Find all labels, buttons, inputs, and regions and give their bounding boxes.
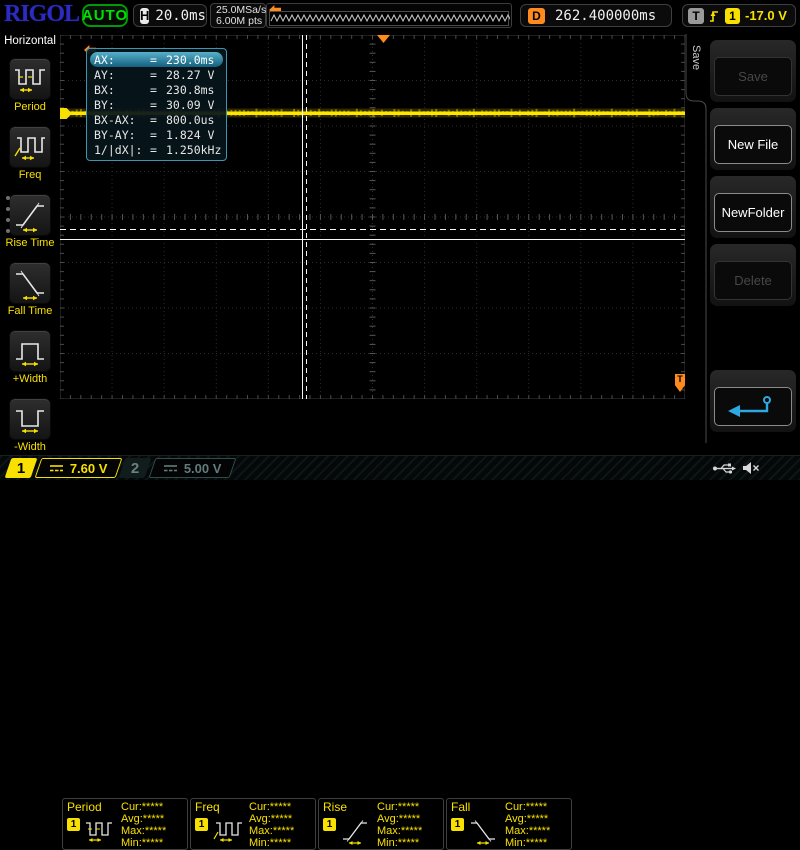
cursor-row-bx-ax: BX-AX: = 800.0us xyxy=(94,112,215,127)
dc-coupling-icon xyxy=(163,463,178,473)
measure-panel-rise[interactable]: Rise 1 Cur:***** Avg:***** Max:***** Min… xyxy=(318,798,444,850)
new-folder-button[interactable]: NewFolder xyxy=(710,176,796,238)
measure-item-label: Freq xyxy=(18,169,42,181)
left-menu-title: Horizontal xyxy=(4,35,56,47)
cursor-a-vertical-line xyxy=(302,35,303,399)
trigger-source-badge: 1 xyxy=(725,7,740,24)
channel2-number: 2 xyxy=(118,458,152,478)
scroll-indicator-dot xyxy=(6,218,10,222)
scroll-indicator-dot xyxy=(6,196,10,200)
new-file-button[interactable]: New File xyxy=(710,108,796,170)
channel-badge: 1 xyxy=(323,818,336,831)
acquisition-info: 25.0MSa/s 6.00M pts xyxy=(210,3,266,28)
channel2-scale: 5.00 V xyxy=(184,460,222,476)
trigger-badge: T xyxy=(688,7,704,24)
period-icon xyxy=(9,58,51,100)
fall-time-icon xyxy=(9,262,51,304)
waveform-preview[interactable] xyxy=(266,3,512,28)
scroll-indicator-dot xyxy=(6,207,10,211)
cursor-b-horizontal-line xyxy=(60,229,685,230)
cursor-row-inv-dx: 1/|dX|: = 1.250kHz xyxy=(94,142,222,157)
preview-strip xyxy=(269,11,510,26)
horizontal-badge: H xyxy=(140,7,150,24)
channel1-badge[interactable]: 1 7.60 V xyxy=(4,458,123,478)
scroll-indicator-dot xyxy=(6,229,10,233)
dc-coupling-icon xyxy=(49,463,64,473)
usb-icon xyxy=(712,462,736,480)
delay-value: 262.400000ms xyxy=(555,7,657,24)
measure-panel-fall[interactable]: Fall 1 Cur:***** Avg:***** Max:***** Min… xyxy=(446,798,572,850)
right-menu: Save Save New File NewFolder Delete xyxy=(685,31,800,455)
measure-item-plus-width[interactable]: +Width xyxy=(0,330,60,385)
cursor-row-ax: AX: = 230.0ms xyxy=(90,52,223,67)
rise-time-icon xyxy=(9,194,51,236)
delete-button[interactable]: Delete xyxy=(710,244,796,306)
menu-tab-label: Save xyxy=(690,45,702,71)
channel1-scale: 7.60 V xyxy=(70,460,108,476)
channel-badge: 1 xyxy=(67,818,80,831)
channel1-number: 1 xyxy=(4,458,38,478)
trigger-slope-icon xyxy=(709,9,720,23)
memory-depth: 6.00M pts xyxy=(216,14,263,27)
cursor-readout-panel: AX: = 230.0ms AY: = 28.27 V BX: = 230.8ms BY: =… xyxy=(86,48,227,161)
cursor-b-vertical-line xyxy=(306,35,307,399)
return-button[interactable] xyxy=(710,370,796,432)
measure-item-label: Rise Time xyxy=(5,237,55,249)
channel-badge: 1 xyxy=(195,818,208,831)
measure-item-label: Fall Time xyxy=(7,305,53,317)
freq-icon xyxy=(212,817,246,850)
measurement-strip: Period 1 Cur:***** Avg:***** Max:***** M… xyxy=(0,398,685,850)
period-icon xyxy=(84,817,118,850)
timebase-box[interactable]: H 20.0ms xyxy=(133,4,207,27)
cursor-row-bx: BX: = 230.8ms xyxy=(94,82,215,97)
save-button[interactable]: Save xyxy=(710,40,796,102)
speaker-muted-icon xyxy=(742,461,760,480)
trigger-box[interactable]: T 1 -17.0 V xyxy=(682,4,796,27)
delay-badge: D xyxy=(528,7,545,24)
top-bar: RIGOL AUTO H 20.0ms 25.0MSa/s 6.00M pts … xyxy=(0,0,800,31)
timebase-value: 20.0ms xyxy=(155,7,206,24)
cursor-row-by-ay: BY-AY: = 1.824 V xyxy=(94,127,215,142)
scope-graticule: T AX: = 230.0ms AY: = 28.27 V BX: = 230.8ms BY… xyxy=(60,35,685,399)
measure-item-label: Period xyxy=(14,101,46,113)
status-bar: 1 7.60 V 2 5.00 V xyxy=(0,455,800,480)
measure-item-label: +Width xyxy=(12,373,48,385)
delay-box[interactable]: D 262.400000ms xyxy=(520,4,672,27)
freq-icon xyxy=(9,126,51,168)
run-status-label: AUTO xyxy=(81,7,129,24)
return-arrow-icon xyxy=(714,387,792,426)
measure-panel-period[interactable]: Period 1 Cur:***** Avg:***** Max:***** M… xyxy=(62,798,188,850)
fall-time-icon xyxy=(468,817,502,850)
oscilloscope-screen: { "top_bar": { "logo": "RIGOL", "run_sta… xyxy=(0,0,800,850)
rise-time-icon xyxy=(340,817,374,850)
measure-item-freq[interactable]: Freq xyxy=(0,126,60,181)
cursor-a-horizontal-line xyxy=(60,239,685,240)
measure-panel-freq[interactable]: Freq 1 Cur:***** Avg:***** Max:***** Min… xyxy=(190,798,316,850)
channel-badge: 1 xyxy=(451,818,464,831)
cursor-row-ay: AY: = 28.27 V xyxy=(94,67,215,82)
run-status-badge[interactable]: AUTO xyxy=(82,4,128,27)
trigger-level-value: -17.0 V xyxy=(745,8,787,23)
sample-rate: 25.0MSa/s xyxy=(216,3,267,16)
channel2-badge[interactable]: 2 5.00 V xyxy=(118,458,237,478)
rigol-logo: RIGOL xyxy=(4,1,80,27)
plus-width-icon xyxy=(9,330,51,372)
measure-item-period[interactable]: Period xyxy=(0,58,60,113)
measure-item-fall-time[interactable]: Fall Time xyxy=(0,262,60,317)
cursor-row-by: BY: = 30.09 V xyxy=(94,97,215,112)
